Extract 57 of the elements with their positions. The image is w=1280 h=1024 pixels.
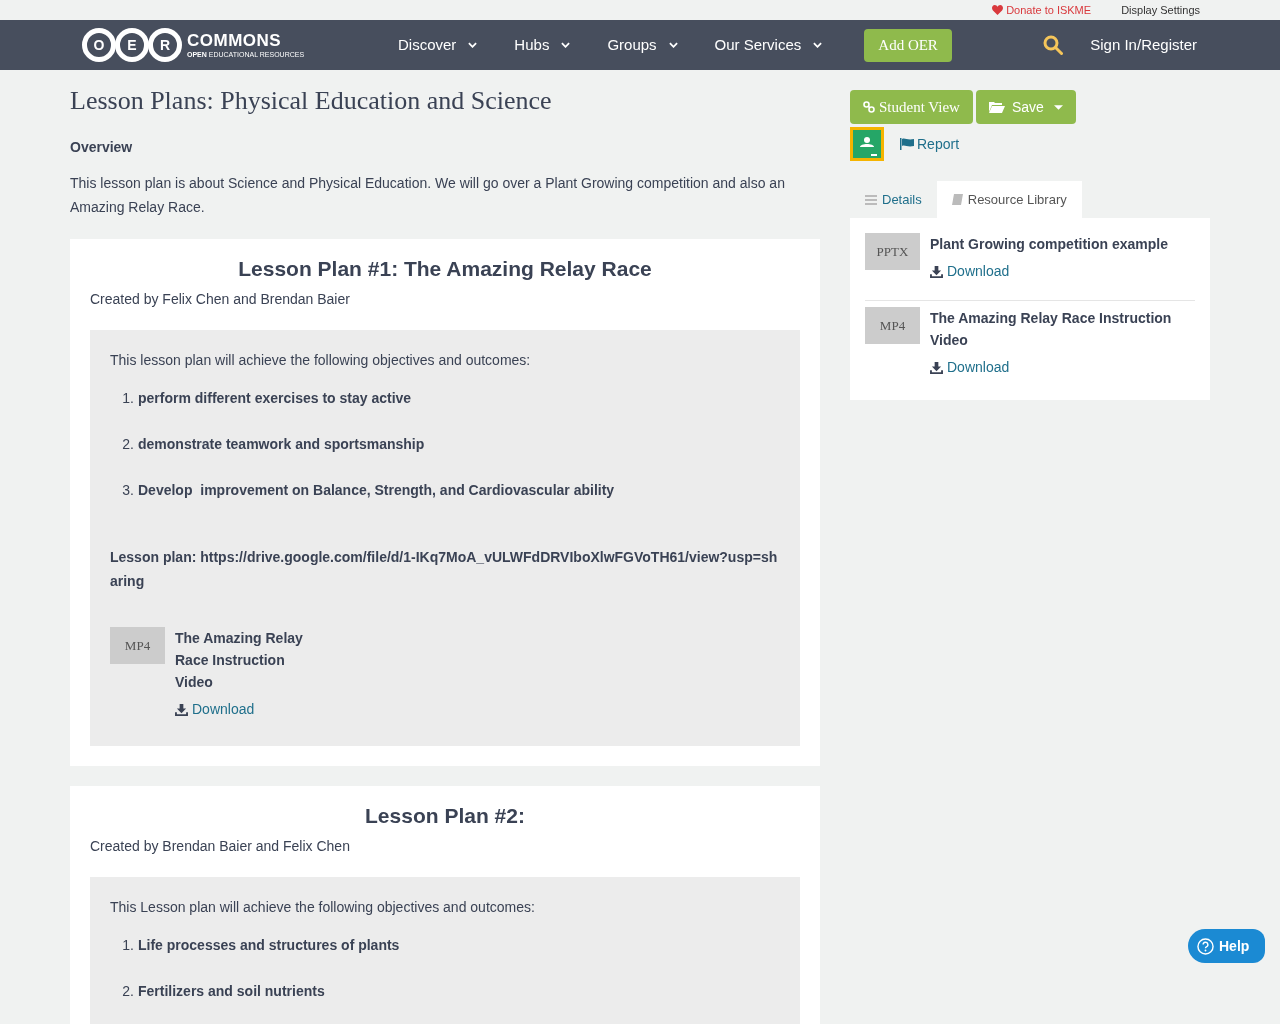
list-number: 2. bbox=[121, 435, 135, 453]
list-number: 2. bbox=[121, 982, 135, 1000]
chevron-down-icon bbox=[561, 42, 571, 48]
page-title: Lesson Plans: Physical Education and Science bbox=[70, 85, 553, 117]
nav-menu-item[interactable]: Discover bbox=[398, 33, 478, 57]
file-type-thumbnail: MP4 bbox=[110, 627, 165, 664]
lesson-byline: Created by Brendan Baier and Felix Chen bbox=[90, 837, 351, 856]
objective-text: demonstrate teamwork and sportsmanship bbox=[138, 435, 425, 453]
objective-text: perform different exercises to stay active bbox=[138, 389, 412, 407]
lesson-title: Lesson Plan #1: The Amazing Relay Race bbox=[237, 256, 653, 282]
resource-title: The Amazing Relay Race Instruction Video bbox=[930, 309, 1173, 350]
sidebar-tab[interactable]: Details bbox=[850, 181, 937, 218]
list-number: 1. bbox=[121, 389, 135, 407]
lesson-plan-link-text: Lesson plan: https://drive.google.com/file/d/1-IKq7MoA_vULWFdDRVIboXlwFGVoTH61/view?usp=sharing bbox=[110, 548, 779, 591]
download-link[interactable]: Download bbox=[930, 357, 1195, 378]
overview-heading: Overview bbox=[70, 138, 134, 157]
sidebar-tab[interactable]: Resource Library bbox=[936, 181, 1082, 218]
objectives-intro: This Lesson plan will achieve the following objectives and outcomes: bbox=[110, 898, 536, 917]
donate-link[interactable]: Donate to ISKME bbox=[992, 1, 1092, 19]
chevron-down-icon bbox=[468, 42, 478, 48]
help-button[interactable]: Help bbox=[1188, 929, 1265, 963]
list-number: 3. bbox=[121, 481, 135, 499]
display-settings-link[interactable]: Display Settings bbox=[1121, 1, 1200, 19]
chevron-down-icon bbox=[813, 42, 823, 48]
nav-menu-item[interactable]: Groups bbox=[607, 33, 678, 57]
link-icon bbox=[863, 101, 875, 113]
nav-menu-item[interactable]: Hubs bbox=[514, 33, 571, 57]
resource-title: The Amazing Relay Race Instruction Video bbox=[175, 629, 304, 692]
download-icon bbox=[175, 703, 188, 716]
overview-text: This lesson plan is about Science and Physical Education. We will go over a Plant Growing competition and also an Amazing Relay Race. bbox=[70, 174, 786, 217]
resource-title: Plant Growing competition example bbox=[930, 235, 1169, 254]
report-link[interactable]: Report bbox=[900, 133, 960, 155]
sign-in-link[interactable]: Sign In/Register bbox=[1090, 33, 1197, 57]
download-icon bbox=[930, 361, 943, 374]
list-icon bbox=[865, 194, 877, 205]
chevron-down-icon bbox=[668, 42, 678, 48]
nav-menu-item[interactable]: Our Services bbox=[714, 33, 823, 57]
folder-icon bbox=[988, 101, 1005, 113]
classroom-share-icon[interactable] bbox=[850, 127, 884, 161]
help-icon bbox=[1197, 937, 1214, 955]
caret-icon bbox=[1053, 104, 1063, 110]
book-icon bbox=[951, 194, 963, 205]
objective-text: Develop improvement on Balance, Strength, and Cardiovascular ability bbox=[138, 481, 615, 499]
download-link[interactable]: Download bbox=[930, 261, 1169, 282]
file-type-thumbnail: PPTX bbox=[865, 233, 920, 270]
list-number: 1. bbox=[121, 936, 135, 954]
lesson-byline: Created by Felix Chen and Brendan Baier bbox=[90, 290, 351, 309]
objectives-intro: This lesson plan will achieve the following objectives and outcomes: bbox=[110, 351, 532, 370]
download-link[interactable]: Download bbox=[175, 699, 315, 720]
objective-text: Life processes and structures of plants bbox=[138, 936, 400, 954]
flag-icon bbox=[900, 138, 914, 150]
file-type-thumbnail: MP4 bbox=[865, 307, 920, 344]
heart-icon bbox=[992, 5, 1004, 15]
download-icon bbox=[930, 265, 943, 278]
search-icon[interactable] bbox=[1043, 35, 1064, 55]
lesson-title: Lesson Plan #2: bbox=[364, 803, 526, 829]
objective-text: Fertilizers and soil nutrients bbox=[138, 982, 325, 1000]
